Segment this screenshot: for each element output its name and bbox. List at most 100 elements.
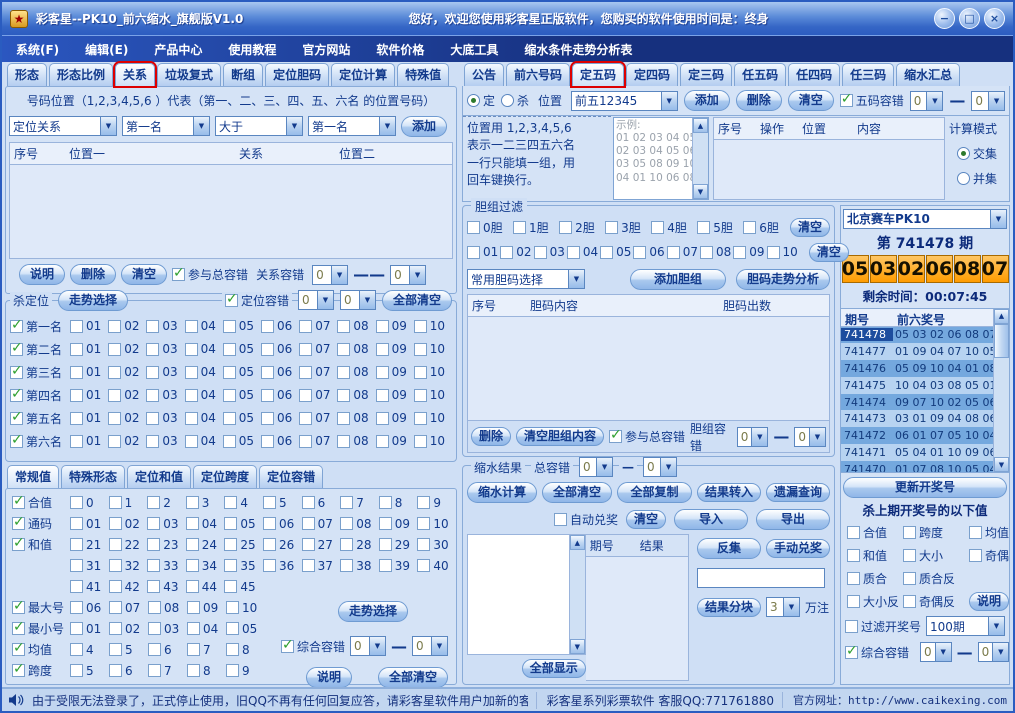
lottery-combined-tolerance-checkbox[interactable]: 综合容错 [845, 644, 909, 661]
value-tab-4[interactable]: 定位跨度 [193, 465, 257, 488]
add-dan-group-button[interactable]: 添加胆组 [630, 269, 726, 290]
value-num-checkbox-4[interactable]: 4 [224, 496, 263, 510]
value-num-checkbox-05[interactable]: 05 [226, 622, 265, 636]
kill-num-checkbox-03[interactable]: 03 [146, 411, 184, 425]
result-table-body[interactable] [586, 557, 688, 680]
kill-num-checkbox-09[interactable]: 09 [376, 342, 414, 356]
value-num-checkbox-0[interactable]: 0 [70, 496, 109, 510]
kill-row-toggle-3[interactable]: 第三名 [10, 364, 70, 381]
import-button[interactable]: 导入 [674, 509, 748, 530]
value-num-checkbox-9[interactable]: 9 [417, 496, 456, 510]
last-draw-kill-checkbox-9[interactable]: 大小反 [847, 593, 903, 610]
value-tab-2[interactable]: 特殊形态 [61, 465, 125, 488]
example-box[interactable]: 示例:01 02 03 04 0502 03 04 05 0603 05 08 … [613, 117, 709, 200]
values-clear-all-button[interactable]: 全部清空 [378, 667, 448, 688]
delete-relation-button[interactable]: 删除 [70, 264, 116, 285]
value-num-checkbox-02[interactable]: 02 [109, 622, 148, 636]
dan-join-total-checkbox[interactable]: 参与总容错 [609, 428, 685, 445]
history-row-1[interactable]: 74147805 03 02 06 08 07 [841, 327, 993, 344]
dan-clear2-button[interactable]: 清空 [809, 243, 849, 262]
copy-all-button[interactable]: 全部复制 [617, 482, 692, 503]
dan-num-checkbox-02[interactable]: 02 [500, 245, 531, 259]
kill-num-checkbox-05[interactable]: 05 [223, 388, 261, 402]
delete-entry-button[interactable]: 删除 [736, 90, 782, 111]
kill-num-checkbox-08[interactable]: 08 [337, 411, 375, 425]
combined-tolerance-from-select[interactable]: 0▼ [350, 636, 386, 656]
relation-type-select[interactable]: 定位关系▼ [9, 116, 117, 136]
kill-num-checkbox-08[interactable]: 08 [337, 388, 375, 402]
value-row-toggle-4[interactable]: 最大号 [12, 599, 64, 616]
values-explain-button[interactable]: 说明 [306, 667, 352, 688]
dan-num-checkbox-05[interactable]: 05 [600, 245, 631, 259]
position-two-select[interactable]: 第一名▼ [308, 116, 396, 136]
value-num-checkbox-27[interactable]: 27 [302, 538, 341, 552]
right-tab-4[interactable]: 定四码 [626, 63, 678, 86]
value-row-toggle-6[interactable]: 均值 [12, 641, 52, 658]
kill-num-checkbox-07[interactable]: 07 [299, 342, 337, 356]
dan-count-checkbox-3[interactable]: 3胆 [605, 219, 641, 236]
update-draws-button[interactable]: 更新开奖号 [843, 477, 1007, 498]
right-tab-3[interactable]: 定五码 [572, 63, 624, 86]
dan-num-checkbox-03[interactable]: 03 [534, 245, 565, 259]
left-tab-7[interactable]: 定位计算 [331, 63, 395, 86]
kill-num-checkbox-01[interactable]: 01 [70, 342, 108, 356]
kill-num-checkbox-08[interactable]: 08 [337, 365, 375, 379]
dan-clear-content-button[interactable]: 清空胆组内容 [516, 427, 604, 446]
combined-tolerance-checkbox[interactable]: 综合容错 [281, 638, 345, 655]
kill-num-checkbox-06[interactable]: 06 [261, 319, 299, 333]
result-scrollbar[interactable]: ▲▼ [569, 535, 585, 654]
dan-num-checkbox-10[interactable]: 10 [767, 245, 798, 259]
kill-num-checkbox-01[interactable]: 01 [70, 319, 108, 333]
kill-num-checkbox-05[interactable]: 05 [223, 434, 261, 448]
value-num-checkbox-45[interactable]: 45 [224, 580, 263, 594]
left-tab-2[interactable]: 形态比例 [49, 63, 113, 86]
kill-num-checkbox-05[interactable]: 05 [223, 411, 261, 425]
result-textarea[interactable] [468, 535, 569, 654]
kill-num-checkbox-01[interactable]: 01 [70, 434, 108, 448]
value-num-checkbox-38[interactable]: 38 [340, 559, 379, 573]
left-tab-3[interactable]: 关系 [115, 63, 155, 86]
kill-num-checkbox-10[interactable]: 10 [414, 388, 452, 402]
left-tab-8[interactable]: 特殊值 [397, 63, 449, 86]
dan-table-body[interactable] [468, 317, 829, 420]
kill-num-checkbox-04[interactable]: 04 [185, 342, 223, 356]
menu-item-6[interactable]: 软件价格 [376, 41, 424, 58]
menu-item-4[interactable]: 使用教程 [228, 41, 276, 58]
shrink-calc-button[interactable]: 缩水计算 [467, 482, 537, 503]
value-num-checkbox-22[interactable]: 22 [109, 538, 148, 552]
value-num-checkbox-33[interactable]: 33 [147, 559, 186, 573]
kill-num-checkbox-07[interactable]: 07 [299, 388, 337, 402]
value-num-checkbox-1[interactable]: 1 [109, 496, 148, 510]
add-relation-button[interactable]: 添加 [401, 116, 447, 137]
value-num-checkbox-7[interactable]: 7 [187, 643, 226, 657]
last-draw-kill-checkbox-3[interactable]: 均值 [969, 524, 1009, 541]
right-tab-9[interactable]: 缩水汇总 [896, 63, 960, 86]
value-row-toggle-3[interactable]: 和值 [12, 536, 52, 553]
kill-num-checkbox-05[interactable]: 05 [223, 365, 261, 379]
history-row-4[interactable]: 74147510 04 03 08 05 01 [841, 377, 993, 394]
position-one-select[interactable]: 第一名▼ [122, 116, 210, 136]
value-num-checkbox-03[interactable]: 03 [148, 622, 187, 636]
value-tab-1[interactable]: 常规值 [7, 465, 59, 488]
last-draw-kill-checkbox-4[interactable]: 和值 [847, 547, 903, 564]
lottery-combined-from-select[interactable]: 0▼ [920, 642, 952, 662]
kill-num-checkbox-06[interactable]: 06 [261, 342, 299, 356]
union-radio[interactable]: 并集 [957, 170, 997, 187]
total-tolerance-from-select[interactable]: 0▼ [579, 457, 613, 477]
value-num-checkbox-43[interactable]: 43 [147, 580, 186, 594]
kill-num-checkbox-10[interactable]: 10 [414, 319, 452, 333]
value-num-checkbox-26[interactable]: 26 [263, 538, 302, 552]
kill-num-checkbox-01[interactable]: 01 [70, 388, 108, 402]
filter-draws-checkbox[interactable]: 过滤开奖号 [845, 618, 921, 635]
value-num-checkbox-08[interactable]: 08 [148, 601, 187, 615]
right-tab-1[interactable]: 公告 [464, 63, 504, 86]
value-tab-5[interactable]: 定位容错 [259, 465, 323, 488]
menu-item-7[interactable]: 大底工具 [450, 41, 498, 58]
menu-item-8[interactable]: 缩水条件走势分析表 [524, 41, 632, 58]
value-num-checkbox-2[interactable]: 2 [147, 496, 186, 510]
split-result-button[interactable]: 结果分块 [697, 598, 761, 617]
value-num-checkbox-3[interactable]: 3 [186, 496, 225, 510]
value-num-checkbox-5[interactable]: 5 [109, 643, 148, 657]
value-num-checkbox-41[interactable]: 41 [70, 580, 109, 594]
last-draw-kill-checkbox-8[interactable]: 质合反 [903, 570, 969, 587]
